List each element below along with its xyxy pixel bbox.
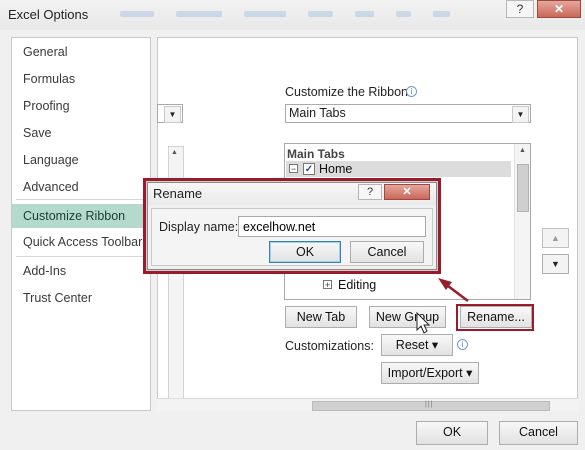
window-title: Excel Options [8, 7, 89, 22]
nav-divider [16, 199, 146, 200]
dialog-ok-button[interactable]: OK [269, 241, 341, 263]
choose-commands-dropdown[interactable]: ▼ [157, 104, 183, 123]
nav-item-quick-access-toolbar[interactable]: Quick Access Toolbar [12, 231, 150, 253]
horizontal-scrollbar[interactable]: ||| [157, 398, 578, 411]
nav-item-advanced[interactable]: Advanced [12, 176, 150, 198]
tree-header: Main Tabs [287, 147, 345, 161]
nav-divider [16, 256, 146, 257]
rename-dialog-title: Rename [153, 186, 203, 201]
ribbon-tabs-dropdown[interactable]: Main Tabs ▼ [285, 104, 531, 123]
customize-ribbon-label: Customize the Ribbon: [285, 85, 412, 99]
import-export-button[interactable]: Import/Export ▾ [381, 362, 479, 384]
nav-item-save[interactable]: Save [12, 122, 150, 144]
customizations-label: Customizations: [285, 339, 374, 353]
info-icon: i [457, 339, 468, 350]
move-up-button[interactable]: ▲ [542, 228, 569, 248]
nav-item-customize-ribbon[interactable]: Customize Ribbon [12, 204, 150, 228]
editing-group-label[interactable]: Editing [338, 278, 376, 292]
move-down-button[interactable]: ▼ [542, 254, 569, 274]
tree-scrollbar[interactable]: ▲ [514, 144, 530, 299]
scroll-up-icon: ▲ [519, 147, 526, 154]
nav-item-add-ins[interactable]: Add-Ins [12, 260, 150, 282]
nav-item-general[interactable]: General [12, 41, 150, 63]
rename-button[interactable]: Rename... [460, 306, 532, 328]
chevron-down-icon: ▼ [512, 106, 529, 123]
nav-item-formulas[interactable]: Formulas [12, 68, 150, 90]
nav-item-proofing[interactable]: Proofing [12, 95, 150, 117]
reset-button[interactable]: Reset ▾ [381, 334, 453, 356]
chevron-down-icon: ▼ [164, 106, 181, 123]
cancel-button[interactable]: Cancel [499, 421, 578, 445]
background-ribbon-tabs [120, 11, 450, 21]
nav-item-language[interactable]: Language [12, 149, 150, 171]
expand-icon[interactable]: + [323, 280, 332, 290]
close-button[interactable]: ✕ [537, 0, 581, 18]
scrollbar-thumb[interactable] [517, 164, 529, 212]
collapse-icon[interactable]: − [289, 164, 298, 174]
home-tab-label: Home [319, 162, 353, 176]
nav-item-trust-center[interactable]: Trust Center [12, 287, 150, 309]
dialog-help-button[interactable]: ? [358, 184, 382, 200]
dialog-close-button[interactable]: ✕ [384, 184, 430, 200]
grip-icon: ||| [425, 401, 434, 408]
scroll-up-icon: ▲ [171, 149, 178, 156]
display-name-label: Display name: [159, 220, 239, 234]
new-tab-button[interactable]: New Tab [285, 306, 357, 328]
display-name-input[interactable] [238, 216, 426, 237]
ribbon-tabs-dropdown-value: Main Tabs [289, 106, 346, 120]
dialog-cancel-button[interactable]: Cancel [350, 241, 424, 263]
help-button[interactable]: ? [506, 0, 534, 18]
options-nav: General Formulas Proofing Save Language … [11, 37, 151, 411]
home-checkbox[interactable]: ✓ [303, 163, 315, 175]
new-group-button[interactable]: New Group [369, 306, 446, 328]
info-icon: i [406, 86, 417, 97]
ok-button[interactable]: OK [416, 421, 488, 445]
